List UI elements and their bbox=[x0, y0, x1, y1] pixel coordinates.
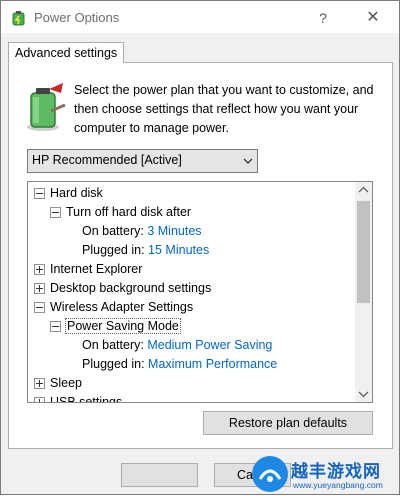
restore-plan-defaults-button[interactable]: Restore plan defaults bbox=[203, 411, 373, 435]
tree-item-sleep[interactable]: Sleep bbox=[34, 374, 82, 392]
window-title: Power Options bbox=[34, 10, 120, 25]
scroll-up-arrow-icon[interactable] bbox=[355, 182, 372, 199]
tree-item-wireless-adapter[interactable]: Wireless Adapter Settings bbox=[34, 298, 193, 316]
collapse-icon[interactable] bbox=[34, 188, 45, 199]
setting-value-link[interactable]: 3 Minutes bbox=[147, 224, 201, 238]
collapse-icon[interactable] bbox=[50, 207, 61, 218]
collapse-icon[interactable] bbox=[34, 302, 45, 313]
tree-item-hdd-on-battery[interactable]: On battery: 3 Minutes bbox=[82, 222, 202, 240]
tree-scrollbar[interactable] bbox=[355, 182, 372, 402]
setting-label: Plugged in: bbox=[82, 357, 145, 371]
power-plan-selected-value: HP Recommended [Active] bbox=[32, 153, 182, 167]
scroll-down-arrow-icon[interactable] bbox=[355, 385, 372, 402]
tree-item-label: Wireless Adapter Settings bbox=[50, 300, 194, 314]
setting-value-link[interactable]: Maximum Performance bbox=[148, 357, 277, 371]
watermark-url: www.yueyangbang.com bbox=[293, 480, 383, 490]
watermark-brand: 越丰游戏网 bbox=[291, 462, 381, 481]
power-plan-dropdown[interactable]: HP Recommended [Active] bbox=[27, 149, 258, 173]
scrollbar-thumb[interactable] bbox=[357, 201, 370, 303]
ok-button[interactable] bbox=[121, 463, 198, 487]
collapse-icon[interactable] bbox=[50, 321, 61, 332]
power-settings-tree[interactable]: Hard disk Turn off hard disk after On ba… bbox=[27, 181, 373, 403]
tree-item-desktop-background[interactable]: Desktop background settings bbox=[34, 279, 211, 297]
watermark-logo-icon bbox=[252, 456, 288, 492]
setting-label: Plugged in: bbox=[82, 243, 145, 257]
power-options-icon bbox=[12, 11, 25, 26]
watermark: 越丰游戏网 www.yueyangbang.com bbox=[251, 453, 400, 496]
expand-icon[interactable] bbox=[34, 283, 45, 294]
tree-item-wireless-on-battery[interactable]: On battery: Medium Power Saving bbox=[82, 336, 272, 354]
tree-item-power-saving-mode[interactable]: Power Saving Mode bbox=[50, 317, 181, 335]
setting-label: On battery: bbox=[82, 224, 144, 238]
setting-value-link[interactable]: Medium Power Saving bbox=[147, 338, 272, 352]
instructions-text: Select the power plan that you want to c… bbox=[74, 83, 374, 135]
title-bar[interactable]: Power Options ? ✕ bbox=[1, 1, 399, 33]
tree-item-hard-disk[interactable]: Hard disk bbox=[34, 184, 103, 202]
expand-icon[interactable] bbox=[34, 397, 45, 402]
battery-power-plan-icon bbox=[27, 83, 66, 131]
close-button[interactable]: ✕ bbox=[361, 8, 385, 28]
tree-item-wireless-plugged-in[interactable]: Plugged in: Maximum Performance bbox=[82, 355, 277, 373]
help-button[interactable]: ? bbox=[312, 8, 334, 28]
chevron-down-icon bbox=[243, 158, 253, 164]
setting-label: On battery: bbox=[82, 338, 144, 352]
tree-item-label: Power Saving Mode bbox=[65, 318, 181, 334]
tree-item-internet-explorer[interactable]: Internet Explorer bbox=[34, 260, 142, 278]
tree-item-turn-off-hard-disk[interactable]: Turn off hard disk after bbox=[50, 203, 191, 221]
tree-item-label: USB settings bbox=[50, 395, 123, 403]
tree-item-usb-settings[interactable]: USB settings bbox=[34, 393, 123, 403]
tab-advanced-settings[interactable]: Advanced settings bbox=[8, 42, 125, 63]
expand-icon[interactable] bbox=[34, 378, 45, 389]
expand-icon[interactable] bbox=[34, 264, 45, 275]
tree-item-hdd-plugged-in[interactable]: Plugged in: 15 Minutes bbox=[82, 241, 209, 259]
tree-item-label: Desktop background settings bbox=[50, 281, 212, 295]
tree-item-label: Sleep bbox=[50, 376, 82, 390]
tree-item-label: Internet Explorer bbox=[50, 262, 143, 276]
power-options-window: Power Options ? ✕ Advanced settings Sele… bbox=[0, 0, 400, 495]
tree-item-label: Turn off hard disk after bbox=[66, 205, 192, 219]
tree-item-label: Hard disk bbox=[50, 186, 103, 200]
setting-value-link[interactable]: 15 Minutes bbox=[148, 243, 209, 257]
